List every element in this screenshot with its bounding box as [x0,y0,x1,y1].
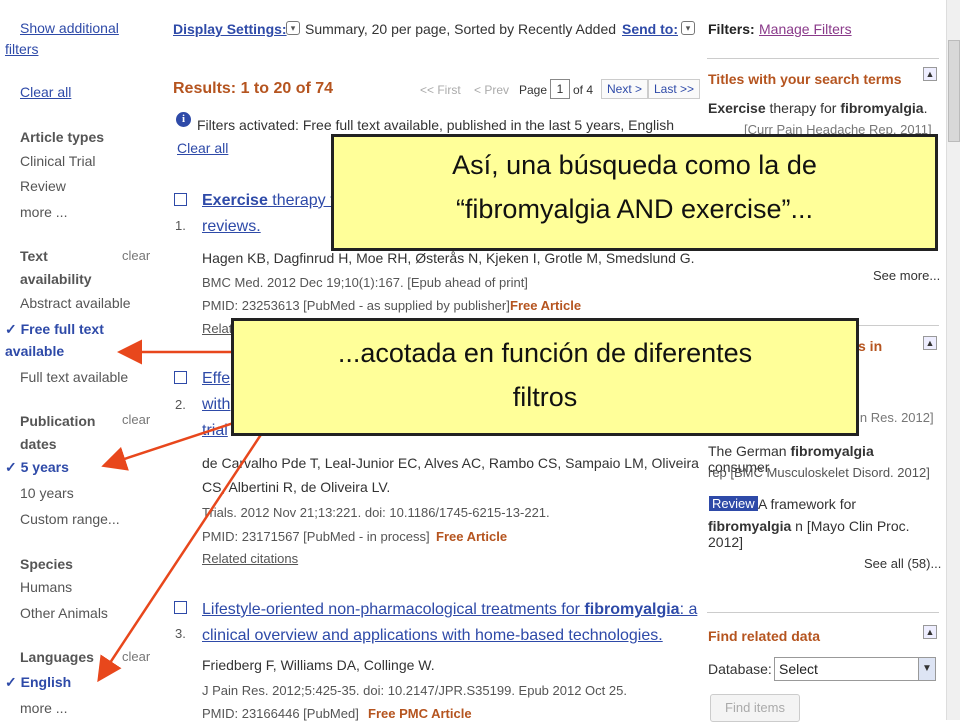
callout-filters: ...acotada en función de diferentes filt… [231,318,859,436]
callout-search-example: Así, una búsqueda como la de “fibromyalg… [331,134,938,251]
callout-filters-line1: ...acotada en función de diferentes [337,338,753,368]
callout-filters-line2: filtros [512,382,578,412]
arrow-to-english [97,432,264,683]
callout-search-line2: “fibromyalgia AND exercise”... [455,194,814,224]
callout-search-line1: Así, una búsqueda como la de [452,150,817,180]
